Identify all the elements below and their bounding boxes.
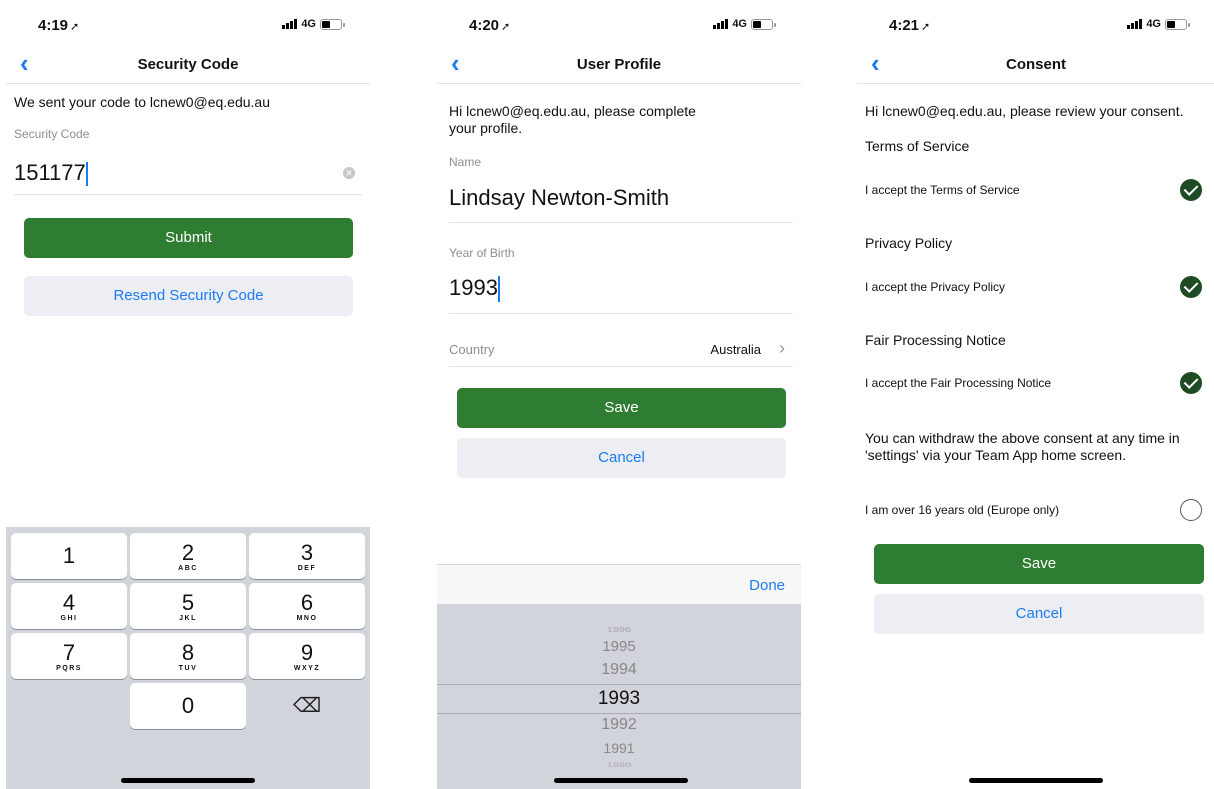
security-code-value: 151177 [14,160,86,185]
key-7[interactable]: 7 PQRS [11,633,127,679]
battery-icon [751,18,776,30]
security-code-input[interactable]: 151177 [14,160,88,187]
chevron-right-icon: › [779,338,785,358]
done-button[interactable]: Done [749,577,785,594]
submit-button[interactable]: Submit [24,218,353,258]
intro-text: Hi lcnew0@eq.edu.au, please review your … [865,103,1184,119]
clear-icon[interactable]: ✕ [343,167,355,179]
consent-item-label: I accept the Terms of Service [865,183,1020,197]
name-input[interactable]: Lindsay Newton-Smith [449,185,669,211]
home-indicator [121,778,255,783]
unchecked-circle-icon[interactable] [1180,499,1202,521]
consent-item-label: I accept the Fair Processing Notice [865,376,1052,390]
cancel-button[interactable]: Cancel [874,594,1204,634]
key-6[interactable]: 6 MNO [249,583,365,629]
picker-row[interactable]: 1991 [437,740,801,756]
year-of-birth-value: 1993 [449,275,498,300]
status-time: 4:21 [889,17,920,34]
nav-bar: ‹ Consent [857,44,1214,84]
text-cursor [85,162,88,187]
nav-bar: ‹ User Profile [437,44,801,84]
page-title: Consent [1006,56,1066,73]
consent-item-label: I am over 16 years old (Europe only) [865,503,1060,517]
key-2[interactable]: 2 ABC [130,533,246,579]
battery-icon [320,18,345,30]
terms-consent-row[interactable]: I accept the Terms of Service [857,176,1214,204]
status-bar: 4:21 ➚ 4G [857,0,1214,44]
status-time: 4:20 [469,17,500,34]
picker-row[interactable]: 1990 [437,761,801,768]
year-of-birth-label: Year of Birth [449,246,515,260]
divider [449,313,793,314]
withdraw-notice: You can withdraw the above consent at an… [865,430,1180,463]
network-label: 4G [732,18,747,30]
save-button[interactable]: Save [874,544,1204,584]
section-heading-terms: Terms of Service [865,138,970,154]
location-arrow-icon: ➚ [70,21,80,33]
network-label: 4G [301,18,316,30]
signal-icon [713,19,729,29]
key-4[interactable]: 4 GHI [11,583,127,629]
nav-bar: ‹ Security Code [6,44,370,84]
divider [449,222,793,223]
country-label: Country [449,342,495,357]
status-bar: 4:20 ➚ 4G [437,0,801,44]
status-time: 4:19 [38,17,69,34]
signal-icon [1127,19,1143,29]
divider [449,366,793,367]
signal-icon [282,19,298,29]
country-value: Australia [710,342,761,357]
network-label: 4G [1146,18,1161,30]
backspace-key[interactable]: ⌫ [249,683,365,729]
location-arrow-icon: ➚ [501,21,511,33]
text-cursor [497,276,500,303]
page-title: User Profile [576,56,662,73]
battery-icon [1165,18,1190,30]
backspace-icon: ⌫ [292,695,322,717]
year-picker[interactable]: 1996 1995 1994 1993 1992 1991 1990 [437,604,801,789]
picker-toolbar: Done [437,564,801,604]
country-row[interactable]: Country Australia › [437,330,801,366]
checkmark-icon[interactable] [1180,179,1202,201]
key-8[interactable]: 8 TUV [130,633,246,679]
user-profile-screen: 4:20 ➚ 4G ‹ User Profile Hi lcnew0@eq.edu… [437,0,801,789]
security-code-label: Security Code [14,127,90,141]
page-title: Security Code [137,56,239,73]
checkmark-icon[interactable] [1180,372,1202,394]
key-9[interactable]: 9 WXYZ [249,633,365,679]
picker-row[interactable]: 1996 [437,626,801,634]
key-1[interactable]: 1 [11,533,127,579]
section-heading-fair-processing: Fair Processing Notice [865,332,1006,348]
resend-code-button[interactable]: Resend Security Code [24,276,353,316]
numeric-keypad: 1 2 ABC 3 DEF 4 GHI 5 JKL 6 MNO 7 PQRS 8 TUV 9W… [6,527,370,789]
name-label: Name [449,155,482,169]
year-of-birth-input[interactable]: 1993 [449,275,500,303]
fair-processing-consent-row[interactable]: I accept the Fair Processing Notice [857,369,1214,397]
home-indicator [554,778,688,783]
status-bar: 4:19 ➚ 4G [6,0,370,44]
key-3[interactable]: 3 DEF [249,533,365,579]
location-arrow-icon: ➚ [921,21,931,33]
consent-screen: 4:21 ➚ 4G ‹ Consent Hi lcnew0@eq.edu.au, … [857,0,1214,789]
cancel-button[interactable]: Cancel [457,438,786,478]
picker-row[interactable]: 1992 [437,716,801,734]
intro-text: Hi lcnew0@eq.edu.au, please complete you… [449,103,696,136]
picker-row[interactable]: 1994 [437,661,801,679]
consent-item-label: I accept the Privacy Policy [865,280,1006,294]
key-5[interactable]: 5 JKL [130,583,246,629]
checkmark-icon[interactable] [1180,276,1202,298]
age-consent-row[interactable]: I am over 16 years old (Europe only) [857,496,1214,524]
save-button[interactable]: Save [457,388,786,428]
info-text: We sent your code to lcnew0@eq.edu.au [14,94,270,110]
security-code-screen: 4:19 ➚ 4G ‹ Security Code We sent your co… [6,0,370,789]
key-0[interactable]: 0 [130,683,246,729]
picker-row[interactable]: 1995 [437,638,801,655]
privacy-consent-row[interactable]: I accept the Privacy Policy [857,273,1214,301]
divider [14,194,362,195]
home-indicator [969,778,1103,783]
section-heading-privacy: Privacy Policy [865,235,953,251]
picker-row-selected[interactable]: 1993 [437,688,801,710]
